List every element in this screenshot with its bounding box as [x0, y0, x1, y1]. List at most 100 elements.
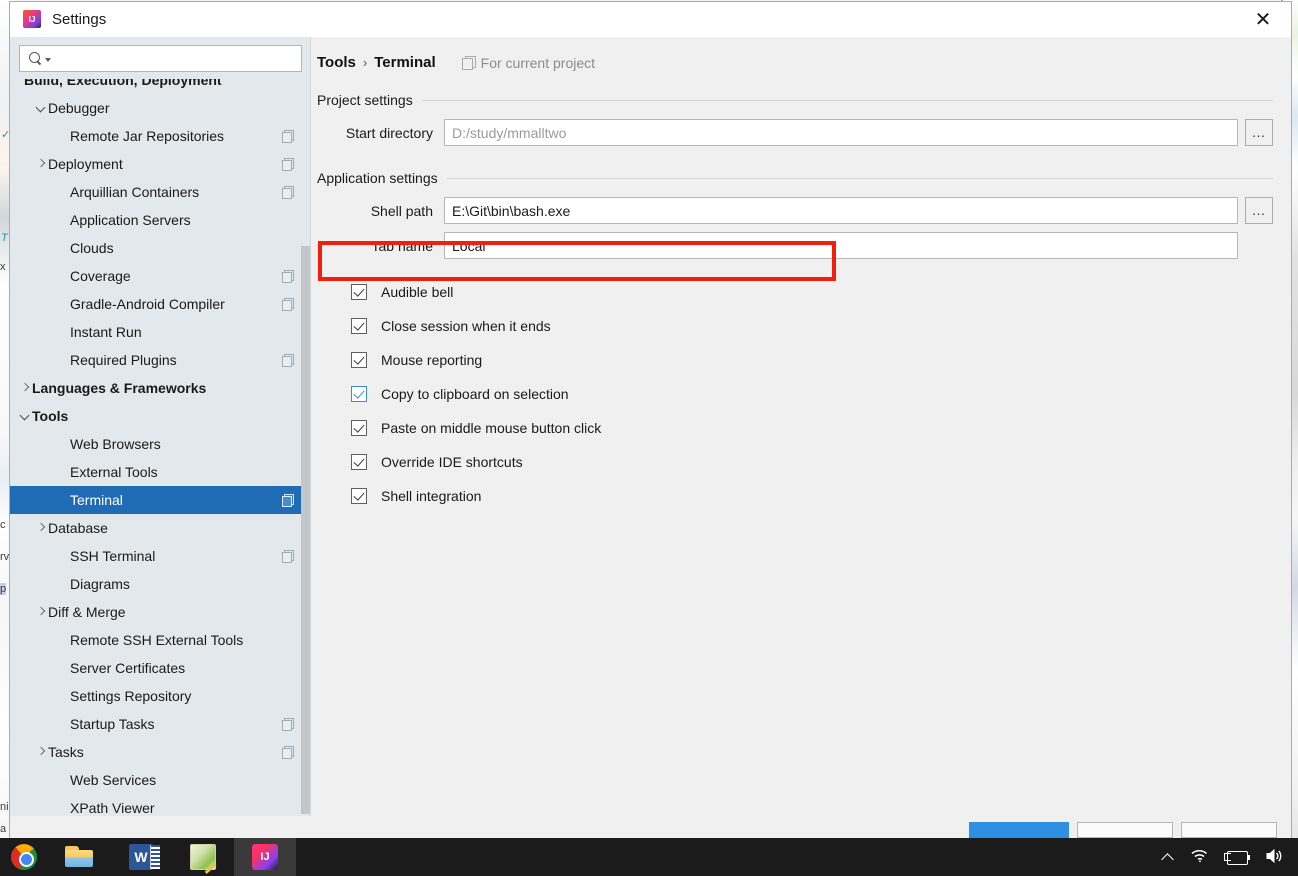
chevron-right-icon[interactable]	[18, 381, 32, 395]
shell-path-browse-button[interactable]: …	[1245, 197, 1273, 224]
project-scope-icon	[282, 550, 294, 563]
checkbox-override-ide-shortcuts[interactable]: Override IDE shortcuts	[311, 445, 1291, 479]
bg-snippet-1: T	[1, 232, 8, 244]
checkbox-copy-to-clipboard-on-selection[interactable]: Copy to clipboard on selection	[311, 377, 1291, 411]
sidebar-item-label: Languages & Frameworks	[32, 380, 207, 396]
sidebar-item-xpath-viewer[interactable]: XPath Viewer	[10, 794, 311, 816]
checkbox-label: Paste on middle mouse button click	[381, 420, 602, 436]
apply-button[interactable]	[1181, 822, 1277, 838]
sidebar-item-settings-repository[interactable]: Settings Repository	[10, 682, 311, 710]
breadcrumb-root[interactable]: Tools	[317, 54, 356, 71]
sidebar-item-remote-jar-repositories[interactable]: Remote Jar Repositories	[10, 122, 311, 150]
sidebar-item-server-certificates[interactable]: Server Certificates	[10, 654, 311, 682]
project-scope-text: For current project	[480, 54, 596, 71]
checkmark-icon[interactable]	[351, 352, 367, 368]
checkmark-icon[interactable]	[351, 454, 367, 470]
checkbox-close-session-when-it-ends[interactable]: Close session when it ends	[311, 309, 1291, 343]
sidebar-item-label: Tasks	[48, 744, 84, 760]
sidebar-scrollbar-thumb[interactable]	[301, 246, 310, 814]
dialog-body: Build, Execution, Deployment Debugger Remo…	[10, 37, 1291, 816]
sidebar-item-coverage[interactable]: Coverage	[10, 262, 311, 290]
section-divider	[421, 99, 1273, 101]
chevron-down-icon[interactable]	[18, 409, 32, 423]
checkbox-audible-bell[interactable]: Audible bell	[311, 275, 1291, 309]
sidebar-item-label: External Tools	[70, 464, 158, 480]
sidebar-item-arquillian-containers[interactable]: Arquillian Containers	[10, 178, 311, 206]
intellij-taskbar-icon	[252, 844, 278, 870]
battery-icon[interactable]	[1224, 850, 1250, 865]
sidebar-item-deployment[interactable]: Deployment	[10, 150, 311, 178]
breadcrumb-current: Terminal	[374, 54, 436, 71]
taskbar-item-editor[interactable]	[172, 838, 234, 876]
chevron-right-icon[interactable]	[34, 157, 48, 171]
sidebar-item-diff-merge[interactable]: Diff & Merge	[10, 598, 311, 626]
taskbar-item-explorer[interactable]	[48, 838, 110, 876]
tab-name-input[interactable]	[444, 232, 1238, 259]
sidebar-item-languages-frameworks[interactable]: Languages & Frameworks	[10, 374, 311, 402]
chevron-right-icon[interactable]	[34, 745, 48, 759]
sidebar-item-label: Deployment	[48, 156, 123, 172]
sidebar-item-label: Remote Jar Repositories	[70, 128, 225, 144]
checkbox-paste-on-middle-mouse-button-click[interactable]: Paste on middle mouse button click	[311, 411, 1291, 445]
taskbar-item-intellij[interactable]	[234, 838, 296, 876]
checkbox-mouse-reporting[interactable]: Mouse reporting	[311, 343, 1291, 377]
cancel-button[interactable]	[1077, 822, 1173, 838]
sidebar-item-ssh-terminal[interactable]: SSH Terminal	[10, 542, 311, 570]
sidebar-item-remote-ssh-external-tools[interactable]: Remote SSH External Tools	[10, 626, 311, 654]
close-icon[interactable]: ✕	[1243, 6, 1283, 34]
start-directory-browse-button[interactable]: …	[1245, 119, 1273, 146]
checkbox-label: Override IDE shortcuts	[381, 454, 523, 470]
checkmark-icon[interactable]	[351, 318, 367, 334]
word-icon: W	[129, 844, 160, 870]
taskbar-item-word[interactable]: W	[110, 838, 172, 876]
sidebar-item-database[interactable]: Database	[10, 514, 311, 542]
checkmark-icon[interactable]	[351, 488, 367, 504]
shell-path-input[interactable]	[444, 197, 1238, 224]
checkmark-icon[interactable]	[351, 386, 367, 402]
checkmark-icon[interactable]	[351, 284, 367, 300]
volume-icon[interactable]	[1265, 848, 1284, 867]
sidebar-item-build-execution-deployment[interactable]: Build, Execution, Deployment	[10, 79, 311, 94]
screen: ✓ T x c rv p ni a Settings ✕	[0, 0, 1298, 876]
checkmark-icon[interactable]	[351, 420, 367, 436]
sidebar-item-label: Instant Run	[70, 324, 142, 340]
sidebar-item-web-services[interactable]: Web Services	[10, 766, 311, 794]
search-input[interactable]	[51, 51, 301, 66]
ok-button[interactable]	[969, 822, 1069, 838]
sidebar-item-terminal[interactable]: Terminal	[10, 486, 311, 514]
sidebar-item-web-browsers[interactable]: Web Browsers	[10, 430, 311, 458]
sidebar-item-label: Debugger	[48, 100, 110, 116]
project-scope-icon	[282, 494, 294, 507]
search-box[interactable]	[19, 45, 302, 72]
chevron-right-icon[interactable]	[34, 605, 48, 619]
sidebar-item-clouds[interactable]: Clouds	[10, 234, 311, 262]
sidebar-item-startup-tasks[interactable]: Startup Tasks	[10, 710, 311, 738]
application-settings-header: Application settings	[317, 170, 1291, 186]
wifi-icon[interactable]	[1190, 848, 1209, 866]
sidebar-item-tools[interactable]: Tools	[10, 402, 311, 430]
section-divider	[446, 177, 1273, 179]
chevron-up-icon[interactable]	[1162, 851, 1174, 863]
sidebar-item-debugger[interactable]: Debugger	[10, 94, 311, 122]
start-directory-input[interactable]	[444, 119, 1238, 146]
sidebar-item-diagrams[interactable]: Diagrams	[10, 570, 311, 598]
sidebar-item-external-tools[interactable]: External Tools	[10, 458, 311, 486]
taskbar-item-chrome[interactable]	[0, 844, 48, 870]
sidebar-item-application-servers[interactable]: Application Servers	[10, 206, 311, 234]
chevron-right-icon[interactable]	[34, 521, 48, 535]
checkbox-shell-integration[interactable]: Shell integration	[311, 479, 1291, 513]
sidebar-scrollbar[interactable]	[301, 246, 310, 814]
sidebar-item-instant-run[interactable]: Instant Run	[10, 318, 311, 346]
settings-dialog: Settings ✕ Build, Execution, Deployment D…	[9, 1, 1292, 839]
chevron-down-icon[interactable]	[34, 101, 48, 115]
sidebar-item-gradle-android-compiler[interactable]: Gradle-Android Compiler	[10, 290, 311, 318]
sidebar-item-tasks[interactable]: Tasks	[10, 738, 311, 766]
sidebar-item-required-plugins[interactable]: Required Plugins	[10, 346, 311, 374]
